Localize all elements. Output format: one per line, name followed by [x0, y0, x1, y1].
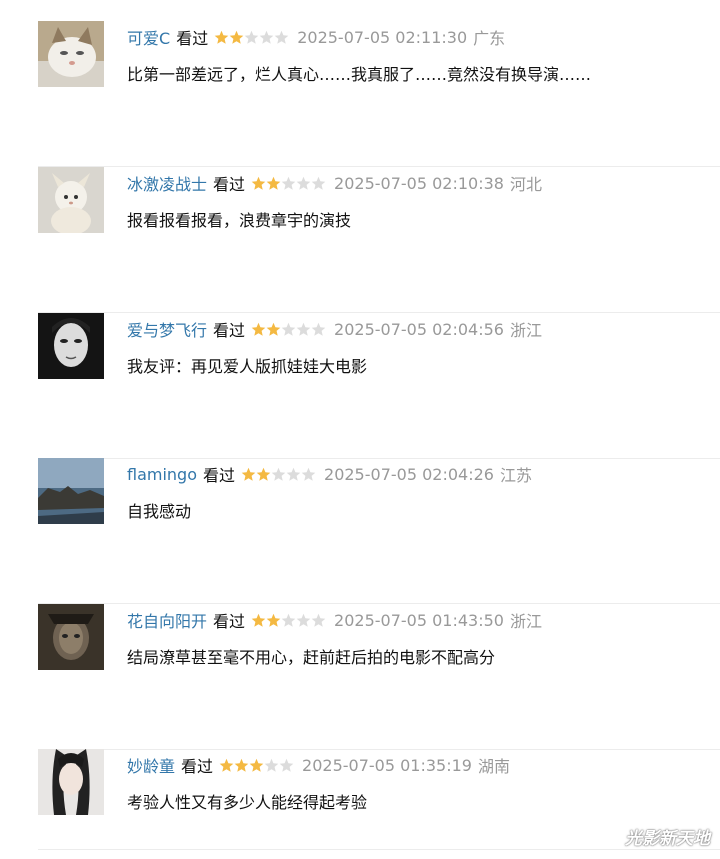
star-filled-icon — [251, 613, 266, 627]
rating-stars — [241, 467, 316, 482]
user-avatar[interactable] — [38, 604, 104, 670]
portrait-avatar-image — [38, 313, 104, 379]
watch-status: 看过 — [213, 175, 246, 194]
username-link[interactable]: 可爱C — [127, 25, 170, 49]
star-empty-icon — [279, 758, 294, 772]
review-item: 妙龄童 看过 2025-07-05 01:35:19 湖南 考验人性又有多少人能… — [38, 749, 720, 850]
star-empty-icon — [311, 613, 326, 627]
star-empty-icon — [281, 322, 296, 336]
star-empty-icon — [281, 613, 296, 627]
watch-status: 看过 — [203, 466, 236, 485]
rating-stars — [219, 758, 294, 773]
review-meta: 爱与梦飞行 看过 2025-07-05 02:04:56 浙江 — [127, 317, 542, 341]
review-meta: 花自向阳开 看过 2025-07-05 01:43:50 浙江 — [127, 608, 542, 632]
star-empty-icon — [264, 758, 279, 772]
review-item: 爱与梦飞行 看过 2025-07-05 02:04:56 浙江 我友评：再见爱人… — [38, 313, 720, 459]
star-filled-icon — [241, 467, 256, 481]
review-location: 浙江 — [509, 612, 542, 631]
watch-status: 看过 — [213, 321, 246, 340]
review-item: 花自向阳开 看过 2025-07-05 01:43:50 浙江 结局潦草甚至毫不… — [38, 604, 720, 750]
star-filled-icon — [266, 322, 281, 336]
review-content: 我友评：再见爱人版抓娃娃大电影 — [127, 357, 368, 376]
star-empty-icon — [296, 322, 311, 336]
review-meta: 可爱C 看过 2025-07-05 02:11:30 广东 — [127, 25, 505, 49]
star-empty-icon — [311, 176, 326, 190]
review-location: 广东 — [473, 29, 506, 48]
star-filled-icon — [219, 758, 234, 772]
username-link[interactable]: 冰激凌战士 — [127, 171, 207, 195]
review-content: 结局潦草甚至毫不用心，赶前赶后拍的电影不配高分 — [127, 648, 496, 667]
cat-avatar-image — [38, 21, 104, 87]
star-filled-icon — [256, 467, 271, 481]
user-avatar[interactable] — [38, 167, 104, 233]
star-empty-icon — [296, 613, 311, 627]
plush-toy-avatar-image — [38, 167, 104, 233]
user-avatar[interactable] — [38, 313, 104, 379]
seascape-avatar-image — [38, 458, 104, 524]
review-location: 河北 — [509, 175, 542, 194]
review-time: 2025-07-05 02:04:56 — [334, 319, 504, 339]
star-empty-icon — [281, 176, 296, 190]
rating-stars — [251, 322, 326, 337]
star-empty-icon — [244, 30, 259, 44]
star-empty-icon — [274, 30, 289, 44]
girl-avatar-image — [38, 749, 104, 815]
star-empty-icon — [259, 30, 274, 44]
user-avatar[interactable] — [38, 749, 104, 815]
user-avatar[interactable] — [38, 21, 104, 87]
star-empty-icon — [296, 176, 311, 190]
review-content: 自我感动 — [127, 502, 192, 521]
star-filled-icon — [251, 176, 266, 190]
rating-stars — [251, 176, 326, 191]
review-list: 可爱C 看过 2025-07-05 02:11:30 广东 比第一部差远了，烂人… — [0, 0, 720, 859]
username-link[interactable]: 妙龄童 — [127, 753, 175, 777]
star-filled-icon — [266, 176, 281, 190]
star-empty-icon — [311, 322, 326, 336]
review-item: 冰激凌战士 看过 2025-07-05 02:10:38 河北 报看报看报看，浪… — [38, 167, 720, 313]
review-meta: 冰激凌战士 看过 2025-07-05 02:10:38 河北 — [127, 171, 542, 195]
username-link[interactable]: 爱与梦飞行 — [127, 317, 207, 341]
review-time: 2025-07-05 02:10:38 — [334, 173, 504, 193]
dark-portrait-avatar-image — [38, 604, 104, 670]
user-avatar[interactable] — [38, 458, 104, 524]
watch-status: 看过 — [213, 612, 246, 631]
review-time: 2025-07-05 01:43:50 — [334, 610, 504, 630]
review-time: 2025-07-05 02:11:30 — [297, 27, 468, 47]
star-filled-icon — [251, 322, 266, 336]
watch-status: 看过 — [176, 29, 209, 48]
review-location: 江苏 — [499, 466, 532, 485]
star-empty-icon — [271, 467, 286, 481]
rating-stars — [251, 613, 326, 628]
star-filled-icon — [214, 30, 229, 44]
review-item: flamingo 看过 2025-07-05 02:04:26 江苏 自我感动 — [38, 458, 720, 604]
watermark: 光影新天地 — [625, 829, 710, 849]
star-filled-icon — [266, 613, 281, 627]
review-time: 2025-07-05 01:35:19 — [302, 755, 472, 775]
review-time: 2025-07-05 02:04:26 — [324, 464, 494, 484]
watch-status: 看过 — [181, 757, 214, 776]
review-location: 湖南 — [477, 757, 510, 776]
review-content: 考验人性又有多少人能经得起考验 — [127, 793, 368, 812]
review-item: 可爱C 看过 2025-07-05 02:11:30 广东 比第一部差远了，烂人… — [38, 21, 720, 167]
star-filled-icon — [249, 758, 264, 772]
review-content: 报看报看报看，浪费章宇的演技 — [127, 211, 352, 230]
review-meta: flamingo 看过 2025-07-05 02:04:26 江苏 — [127, 462, 532, 486]
star-empty-icon — [301, 467, 316, 481]
star-filled-icon — [229, 30, 244, 44]
review-meta: 妙龄童 看过 2025-07-05 01:35:19 湖南 — [127, 753, 510, 777]
review-content: 比第一部差远了，烂人真心……我真服了……竟然没有换导演…… — [127, 65, 592, 84]
star-empty-icon — [286, 467, 301, 481]
rating-stars — [214, 30, 289, 45]
username-link[interactable]: flamingo — [127, 465, 197, 484]
review-location: 浙江 — [509, 321, 542, 340]
username-link[interactable]: 花自向阳开 — [127, 608, 207, 632]
star-filled-icon — [234, 758, 249, 772]
